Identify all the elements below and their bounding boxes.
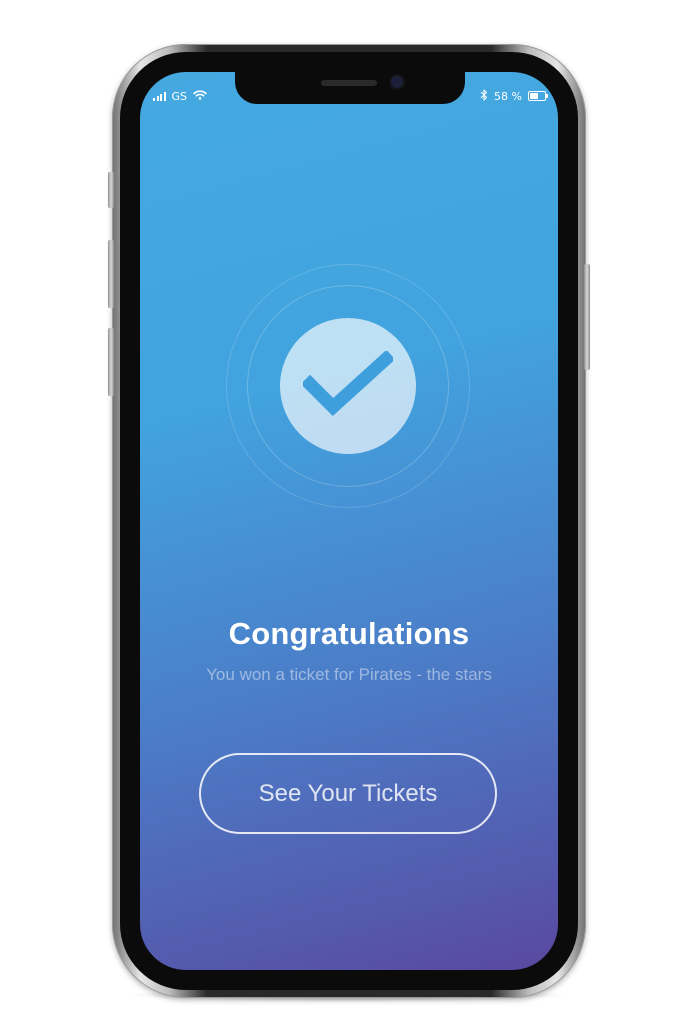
volume-up-button bbox=[108, 240, 114, 308]
page-title: Congratulations bbox=[228, 616, 470, 651]
device-mockup: GS 58 % Congratulations You won a ticket… bbox=[0, 0, 700, 1020]
status-bar-left: GS bbox=[153, 88, 207, 104]
checkmark-icon bbox=[303, 351, 393, 416]
bluetooth-icon bbox=[480, 88, 488, 104]
success-badge bbox=[280, 318, 416, 454]
app-screen: GS 58 % Congratulations You won a ticket… bbox=[140, 72, 558, 970]
see-tickets-button[interactable]: See Your Tickets bbox=[199, 753, 497, 834]
mute-switch bbox=[108, 172, 114, 208]
signal-icon bbox=[153, 91, 166, 101]
front-camera bbox=[391, 76, 403, 88]
speaker-grille bbox=[321, 80, 377, 86]
power-button bbox=[584, 264, 590, 370]
notch bbox=[235, 72, 465, 104]
page-subtitle: You won a ticket for Pirates - the stars bbox=[206, 665, 492, 684]
volume-down-button bbox=[108, 328, 114, 396]
battery-fill bbox=[530, 93, 539, 99]
battery-icon bbox=[528, 91, 548, 101]
wifi-icon bbox=[193, 89, 207, 103]
status-bar-right: 58 % bbox=[480, 88, 548, 104]
battery-percentage: 58 % bbox=[494, 89, 522, 103]
carrier-label: GS bbox=[171, 89, 188, 103]
